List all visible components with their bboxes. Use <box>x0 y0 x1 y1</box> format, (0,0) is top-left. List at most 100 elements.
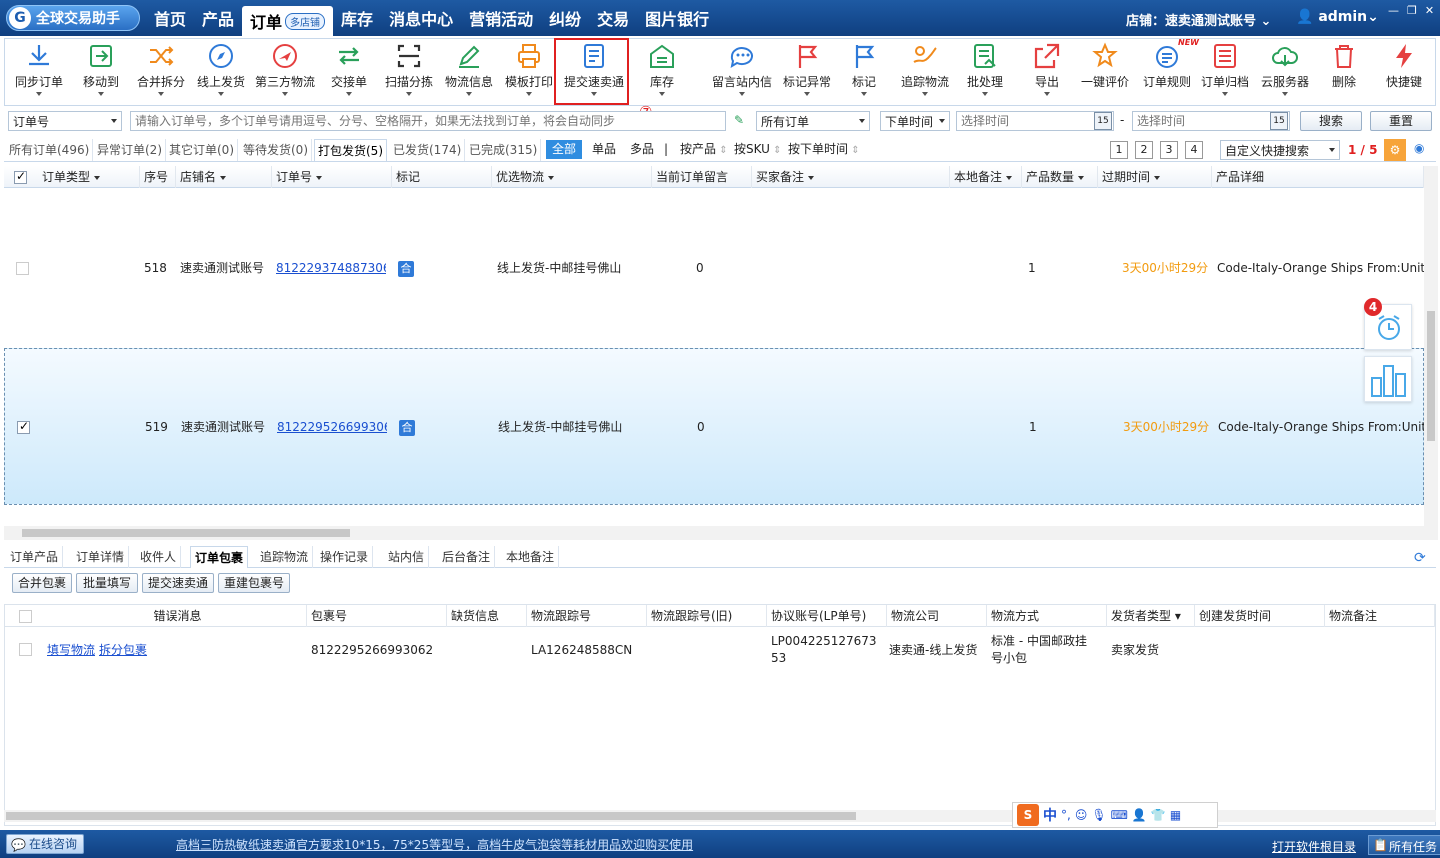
detail-tab-7[interactable]: 后台备注 <box>438 546 496 568</box>
column-header-1[interactable]: 序号 <box>140 166 176 188</box>
vertical-scrollbar[interactable] <box>1424 166 1438 526</box>
cell-order-no[interactable]: 8122293748873062 <box>276 190 386 347</box>
settings-filter-icon[interactable]: ⚙ <box>1384 139 1406 161</box>
order-tab-3[interactable]: 等待发货(0) <box>240 139 312 161</box>
table-row[interactable]: 518 速卖通测试账号 8122293748873062 合 线上发货-中邮挂号佛山 0 1… <box>4 190 1424 347</box>
topnav-item-7[interactable]: 交易 <box>589 0 637 36</box>
package-button-0[interactable]: 合并包裹 <box>12 573 72 593</box>
select-all-checkbox[interactable] <box>14 169 27 184</box>
toolbar-button-4[interactable]: 第三方物流 <box>253 42 317 102</box>
toolbar-button-7[interactable]: 物流信息 <box>441 42 497 102</box>
package-column-5[interactable]: 协议账号(LP单号) <box>767 605 887 627</box>
sort-tab-2[interactable]: 按下单时间 ⇕ <box>782 140 866 159</box>
package-column-8[interactable]: 发货者类型 ▾ <box>1107 605 1195 627</box>
refresh-icon[interactable]: ⟳ <box>1414 550 1426 566</box>
toolbar-button-10[interactable]: 库存 <box>639 42 685 102</box>
toolbar-button-22[interactable]: 快捷键 <box>1379 42 1429 102</box>
microphone-icon[interactable]: 🎙 <box>1091 808 1106 822</box>
time-type-select[interactable]: 下单时间 <box>880 111 950 131</box>
all-tasks-button[interactable]: 📋 所有任务 <box>1368 835 1440 855</box>
toolbar-button-13[interactable]: 标记 <box>841 42 887 102</box>
package-column-9[interactable]: 创建发货时间 <box>1195 605 1325 627</box>
column-header-10[interactable]: 过期时间 <box>1098 166 1212 188</box>
order-tab-5[interactable]: 已发货(174) <box>390 139 466 161</box>
user-menu[interactable]: 👤 admin⌄ <box>1296 9 1379 25</box>
column-header-11[interactable]: 产品详细 <box>1212 166 1424 188</box>
field-select[interactable]: 订单号 <box>8 111 122 131</box>
toolbar-button-8[interactable]: 模板打印 <box>501 42 557 102</box>
package-button-1[interactable]: 批量填写 <box>76 573 138 593</box>
order-tab-4[interactable]: 打包发货(5) <box>314 139 387 161</box>
toolbar-button-17[interactable]: 一键评价 <box>1077 42 1133 102</box>
topnav-item-8[interactable]: 图片银行 <box>637 0 717 36</box>
toolbar-button-15[interactable]: 批处理 <box>957 42 1013 102</box>
toolbar-button-11[interactable]: 留言站内信 <box>709 42 775 102</box>
filter-tab-0[interactable]: 全部 <box>546 140 583 159</box>
store-selector[interactable]: 店铺：速卖通测试账号 ⌄ <box>1126 10 1271 29</box>
reset-button[interactable]: 重置 <box>1370 111 1432 131</box>
column-header-5[interactable]: 优选物流 <box>492 166 652 188</box>
open-root-dir-link[interactable]: 打开软件根目录 <box>1272 838 1356 855</box>
shirt-icon[interactable]: 👕 <box>1151 808 1166 822</box>
topnav-item-4[interactable]: 消息中心 <box>381 0 461 36</box>
scroll-thumb[interactable] <box>1427 311 1435 441</box>
toolbar-button-5[interactable]: 交接单 <box>321 42 377 102</box>
calendar-icon[interactable]: 15 <box>1094 112 1112 130</box>
online-chat-button[interactable]: 💬 在线咨询 <box>6 834 84 854</box>
order-tab-0[interactable]: 所有订单(496) <box>6 139 94 161</box>
page-button-2[interactable]: 3 <box>1160 141 1178 159</box>
package-column-10[interactable]: 物流备注 <box>1325 605 1435 627</box>
order-tab-6[interactable]: 已完成(315) <box>466 139 542 161</box>
package-column-4[interactable]: 物流跟踪号(旧) <box>647 605 767 627</box>
topnav-item-0[interactable]: 首页 <box>146 0 194 36</box>
package-button-2[interactable]: 提交速卖通 <box>142 573 214 593</box>
topnav-item-2[interactable]: 订单 多店铺 <box>242 6 334 36</box>
package-button-3[interactable]: 重建包裹号 <box>218 573 290 593</box>
page-button-1[interactable]: 2 <box>1135 141 1153 159</box>
grid-icon[interactable]: ▦ <box>1170 808 1181 822</box>
toolbar-button-18[interactable]: 订单规则 NEW <box>1139 38 1199 102</box>
horizontal-scrollbar[interactable] <box>4 526 1438 540</box>
toolbar-button-16[interactable]: 导出 <box>1019 42 1075 102</box>
column-header-0[interactable]: 订单类型 <box>38 166 140 188</box>
quick-search-select[interactable]: 自定义快捷搜索 <box>1220 140 1340 160</box>
package-column-0[interactable]: 错误消息 <box>45 605 307 627</box>
keyboard-icon[interactable]: ⌨ <box>1111 808 1128 822</box>
detail-tab-1[interactable]: 订单详情 <box>72 546 130 568</box>
end-date-input[interactable] <box>1132 111 1290 131</box>
status-select[interactable]: 所有订单 <box>756 111 870 131</box>
toolbar-button-14[interactable]: 追踪物流 <box>897 42 953 102</box>
cell-order-no[interactable]: 8122295266993062 <box>277 349 387 506</box>
scroll-thumb[interactable] <box>6 812 856 820</box>
column-header-4[interactable]: 标记 <box>392 166 492 188</box>
toolbar-button-2[interactable]: 合并拆分 <box>133 42 189 102</box>
scroll-thumb[interactable] <box>22 529 350 537</box>
toolbar-button-12[interactable]: 标记异常 <box>779 42 835 102</box>
restore-icon[interactable]: ❐ <box>1407 4 1417 17</box>
package-row-checkbox[interactable] <box>19 643 32 656</box>
detail-tab-5[interactable]: 操作记录 <box>316 546 374 568</box>
toolbar-button-1[interactable]: 移动到 <box>73 42 129 102</box>
toolbar-button-20[interactable]: 云服务器 <box>1257 42 1313 102</box>
toolbar-button-0[interactable]: 同步订单 <box>11 42 67 102</box>
hide-eye-icon[interactable]: ◉ <box>1414 141 1424 155</box>
package-column-1[interactable]: 包裹号 <box>307 605 447 627</box>
calendar-icon[interactable]: 15 <box>1270 112 1288 130</box>
detail-tab-3[interactable]: 订单包裹 <box>190 546 249 568</box>
order-no-link[interactable]: 8122293748873062 <box>276 261 386 275</box>
toolbar-button-21[interactable]: 删除 <box>1321 42 1367 102</box>
promo-ticker-link[interactable]: 高档三防热敏纸速卖通官方要求10*15，75*25等型号，高档牛皮气泡袋等耗材用… <box>176 836 693 853</box>
table-row[interactable]: 519 速卖通测试账号 8122295266993062 合 线上发货-中邮挂号佛山 0 1… <box>4 348 1424 505</box>
fill-logistics-link[interactable]: 填写物流 <box>47 642 95 658</box>
start-date-input[interactable] <box>956 111 1114 131</box>
package-column-3[interactable]: 物流跟踪号 <box>527 605 647 627</box>
toolbar-button-3[interactable]: 线上发货 <box>193 42 249 102</box>
select-all-packages-checkbox[interactable] <box>19 610 32 623</box>
split-package-link[interactable]: 拆分包裹 <box>99 642 147 658</box>
ime-lang[interactable]: 中 <box>1043 805 1057 825</box>
package-column-6[interactable]: 物流公司 <box>887 605 987 627</box>
detail-tab-8[interactable]: 本地备注 <box>502 546 560 568</box>
minimize-icon[interactable]: — <box>1388 4 1399 17</box>
topnav-item-1[interactable]: 产品 <box>194 0 242 36</box>
topnav-item-6[interactable]: 纠纷 <box>541 0 589 36</box>
